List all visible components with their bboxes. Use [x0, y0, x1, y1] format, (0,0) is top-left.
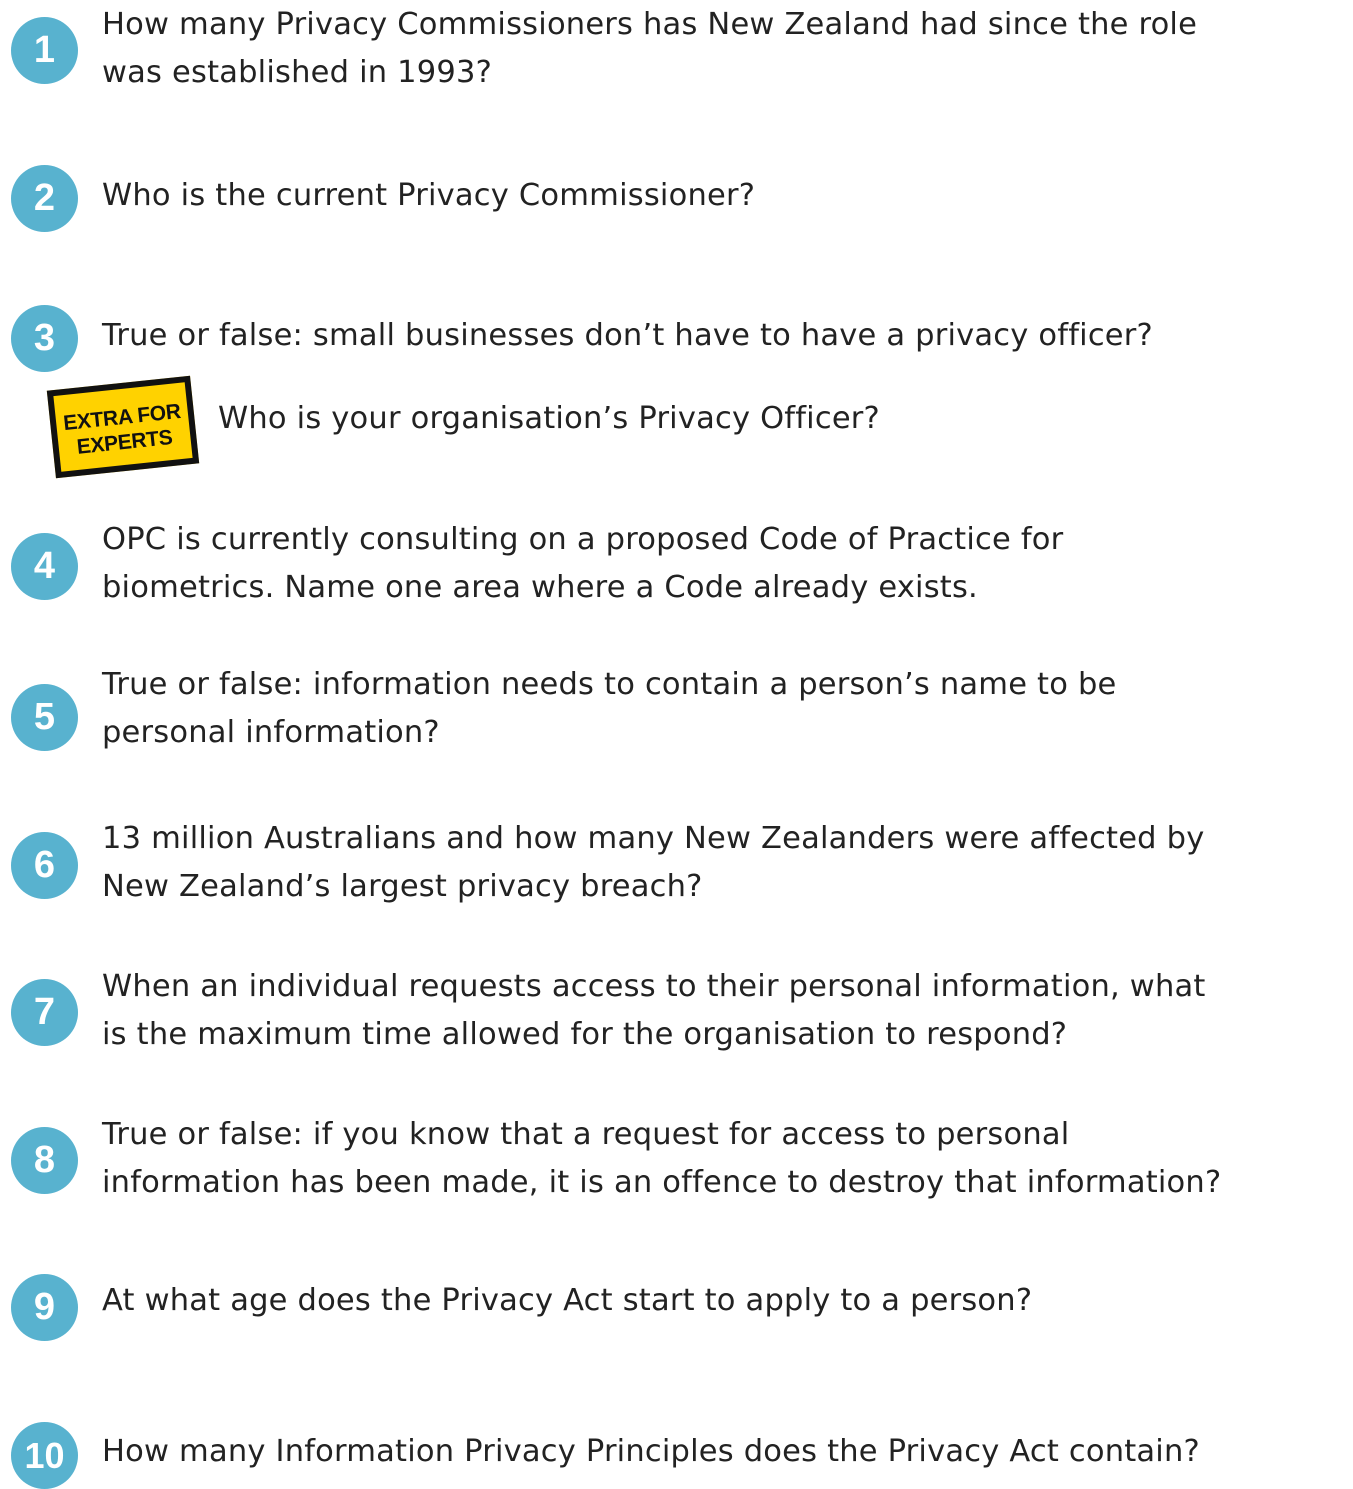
question-number-badge: 1	[11, 17, 78, 84]
question-line: is the maximum time allowed for the orga…	[102, 1017, 1068, 1052]
question-text: True or false: information needs to cont…	[102, 661, 1353, 757]
question-number-badge: 2	[11, 165, 78, 232]
question-text: When an individual requests access to th…	[102, 963, 1353, 1059]
question-text: Who is the current Privacy Commissioner?	[102, 172, 1353, 220]
extra-question-text: Who is your organisation’s Privacy Offic…	[218, 401, 880, 436]
question-line: was established in 1993?	[102, 55, 492, 90]
question-text: True or false: small businesses don’t ha…	[102, 312, 1353, 360]
question-line: Who is the current Privacy Commissioner?	[102, 178, 756, 213]
question-line: biometrics. Name one area where a Code a…	[102, 570, 978, 605]
question-number-badge: 3	[11, 305, 78, 372]
question-line: When an individual requests access to th…	[102, 969, 1206, 1004]
question-number-badge: 9	[11, 1274, 78, 1341]
question-line: True or false: small businesses don’t ha…	[102, 318, 1153, 353]
question-line: personal information?	[102, 715, 440, 750]
extra-for-experts-badge: EXTRA FOR EXPERTS	[46, 375, 207, 487]
badge-frame: EXTRA FOR EXPERTS	[46, 375, 200, 479]
question-number-badge: 7	[11, 979, 78, 1046]
question-text: 13 million Australians and how many New …	[102, 815, 1353, 911]
question-line: 13 million Australians and how many New …	[102, 821, 1205, 856]
question-line: New Zealand’s largest privacy breach?	[102, 869, 703, 904]
question-line: True or false: if you know that a reques…	[102, 1117, 1070, 1152]
question-line: OPC is currently consulting on a propose…	[102, 522, 1064, 557]
question-line: At what age does the Privacy Act start t…	[102, 1283, 1033, 1318]
question-text: How many Privacy Commissioners has New Z…	[102, 1, 1353, 97]
question-text: True or false: if you know that a reques…	[102, 1111, 1353, 1207]
question-text: OPC is currently consulting on a propose…	[102, 516, 1353, 612]
question-number-badge: 6	[11, 832, 78, 899]
question-line: How many Privacy Commissioners has New Z…	[102, 7, 1198, 42]
question-text: At what age does the Privacy Act start t…	[102, 1277, 1353, 1325]
question-line: True or false: information needs to cont…	[102, 667, 1117, 702]
question-line: information has been made, it is an offe…	[102, 1165, 1222, 1200]
question-line: How many Information Privacy Principles …	[102, 1434, 1200, 1469]
question-number-badge: 10	[11, 1422, 78, 1489]
question-number-badge: 4	[11, 533, 78, 600]
question-number-badge: 5	[11, 684, 78, 751]
question-text: How many Information Privacy Principles …	[102, 1428, 1353, 1476]
question-number-badge: 8	[11, 1127, 78, 1194]
badge-label: EXTRA FOR EXPERTS	[55, 398, 192, 462]
